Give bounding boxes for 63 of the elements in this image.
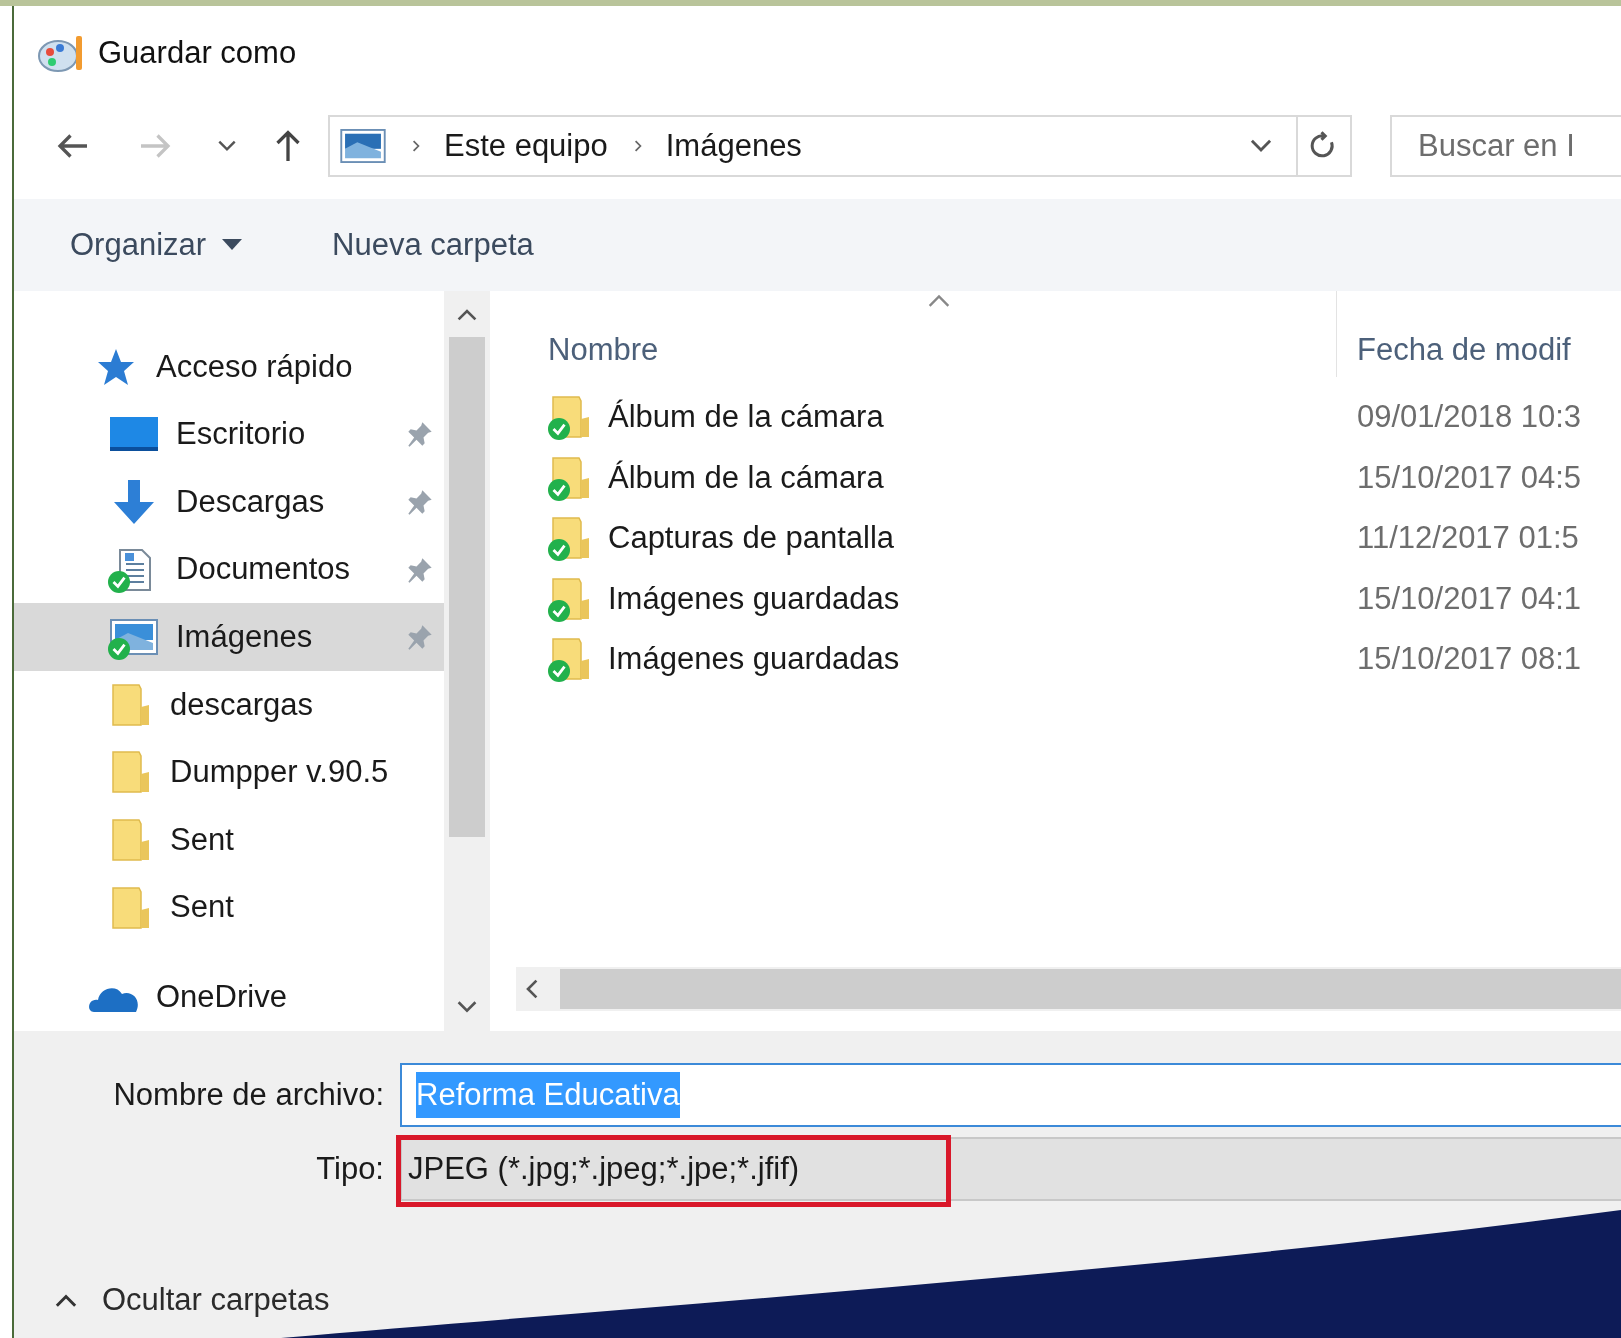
file-name[interactable]: Capturas de pantalla xyxy=(608,515,895,562)
pin-icon[interactable] xyxy=(406,420,434,449)
sidebar-item-label: descargas xyxy=(170,685,315,724)
file-name[interactable]: Imágenes guardadas xyxy=(608,636,900,683)
sidebar-item[interactable]: Sent xyxy=(14,873,444,942)
sidebar-item[interactable]: Imágenes xyxy=(14,603,444,671)
address-bar[interactable]: Este equipo Imágenes xyxy=(328,115,1352,177)
sync-check-icon xyxy=(548,660,570,683)
sidebar-item[interactable]: Dumpper v.90.5 xyxy=(14,738,444,807)
sidebar-item[interactable]: Escritorio xyxy=(14,400,444,469)
search-field[interactable]: Buscar en I xyxy=(1390,115,1621,177)
sidebar-item[interactable]: OneDrive xyxy=(14,963,444,1031)
sync-check-icon xyxy=(108,638,130,661)
sync-check-icon xyxy=(108,570,130,593)
sidebar-item-label: Descargas xyxy=(176,482,326,521)
sidebar-item-label: Dumpper v.90.5 xyxy=(170,753,390,792)
modified-date: 11/12/2017 01:5 xyxy=(1356,519,1579,557)
sync-check-icon xyxy=(548,599,570,622)
modified-date: 09/01/2018 10:3 xyxy=(1356,398,1582,436)
hide-folders-button[interactable]: Ocultar carpetas xyxy=(54,1277,330,1324)
vertical-scrollbar[interactable] xyxy=(444,291,490,1031)
new-folder-button[interactable]: Nueva carpeta xyxy=(332,221,534,269)
sort-caret-icon xyxy=(926,293,952,307)
sidebar-item-label: Escritorio xyxy=(176,415,307,454)
folder-icon xyxy=(111,885,151,930)
sidebar-item[interactable]: Acceso rápido xyxy=(14,333,444,401)
sidebar-item-label: Imágenes xyxy=(176,617,314,656)
desktop-icon xyxy=(110,417,158,452)
sidebar-item[interactable]: descargas xyxy=(14,670,444,739)
file-name[interactable]: Imágenes guardadas xyxy=(608,575,900,622)
sidebar-item-label: OneDrive xyxy=(156,977,288,1016)
folder-icon xyxy=(111,750,151,795)
column-header[interactable]: Fecha de modif xyxy=(1357,326,1571,373)
window-title: Guardar como xyxy=(98,34,297,73)
pin-icon[interactable] xyxy=(406,488,434,516)
modified-date: 15/10/2017 04:5 xyxy=(1356,458,1582,497)
sidebar-item[interactable]: Descargas xyxy=(14,468,444,536)
caret-icon xyxy=(222,239,243,251)
modified-date: 15/10/2017 04:1 xyxy=(1356,579,1582,618)
sidebar-item[interactable]: Sent xyxy=(14,806,444,874)
sync-check-icon xyxy=(548,478,570,501)
file-name[interactable]: Álbum de la cámara xyxy=(608,394,884,441)
breadcrumb-item[interactable]: Este equipo xyxy=(444,122,608,170)
file-name[interactable]: Álbum de la cámara xyxy=(608,454,884,501)
sync-check-icon xyxy=(548,539,570,562)
field-label: Tipo: xyxy=(315,1149,384,1188)
folder-icon xyxy=(111,817,151,862)
sync-check-icon xyxy=(548,418,570,441)
sidebar-item-label: Sent xyxy=(170,888,235,927)
pin-icon[interactable] xyxy=(406,555,434,584)
sidebar-item[interactable]: Documentos xyxy=(14,535,444,604)
folder-icon xyxy=(111,682,151,727)
picture-icon xyxy=(340,129,386,163)
sidebar-item-label: Documentos xyxy=(176,550,352,589)
chevron-up-icon xyxy=(54,1292,78,1309)
sidebar-item-label: Acceso rápido xyxy=(156,347,354,386)
organize-menu-button[interactable]: Organizar xyxy=(70,221,243,269)
column-header[interactable]: Nombre xyxy=(548,326,659,373)
field-label: Nombre de archivo: xyxy=(112,1075,384,1114)
sidebar-item-label: Sent xyxy=(170,820,235,859)
breadcrumb-item[interactable]: Imágenes xyxy=(665,122,802,170)
modified-date: 15/10/2017 08:1 xyxy=(1356,640,1582,678)
scrollbar-thumb[interactable] xyxy=(449,337,485,837)
